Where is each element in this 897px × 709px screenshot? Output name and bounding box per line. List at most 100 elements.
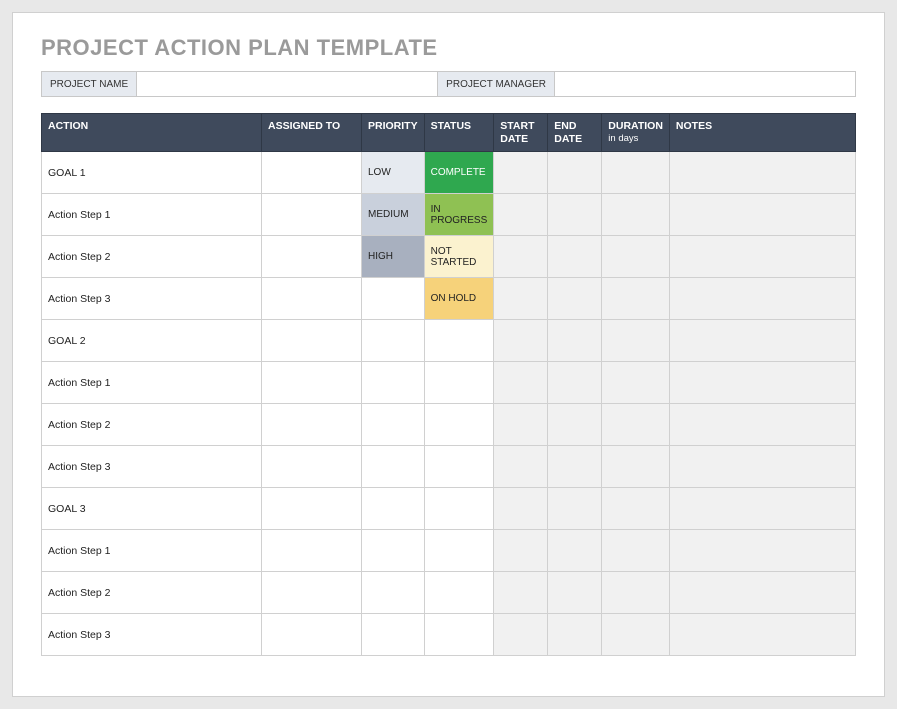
- cell-status[interactable]: [424, 446, 494, 488]
- cell-notes[interactable]: [669, 152, 855, 194]
- cell-end[interactable]: [548, 152, 602, 194]
- cell-priority[interactable]: [362, 488, 425, 530]
- cell-notes[interactable]: [669, 572, 855, 614]
- cell-priority[interactable]: [362, 572, 425, 614]
- project-manager-value[interactable]: [555, 72, 855, 96]
- cell-start[interactable]: [494, 320, 548, 362]
- cell-end[interactable]: [548, 572, 602, 614]
- cell-end[interactable]: [548, 236, 602, 278]
- cell-action[interactable]: Action Step 1: [42, 530, 262, 572]
- cell-duration[interactable]: [602, 572, 670, 614]
- cell-status[interactable]: [424, 404, 494, 446]
- cell-end[interactable]: [548, 320, 602, 362]
- cell-assigned[interactable]: [262, 530, 362, 572]
- cell-start[interactable]: [494, 614, 548, 656]
- cell-status[interactable]: COMPLETE: [424, 152, 494, 194]
- cell-start[interactable]: [494, 278, 548, 320]
- cell-assigned[interactable]: [262, 236, 362, 278]
- cell-duration[interactable]: [602, 530, 670, 572]
- cell-start[interactable]: [494, 446, 548, 488]
- project-name-value[interactable]: [137, 72, 438, 96]
- cell-duration[interactable]: [602, 446, 670, 488]
- cell-action[interactable]: Action Step 2: [42, 236, 262, 278]
- cell-duration[interactable]: [602, 152, 670, 194]
- cell-assigned[interactable]: [262, 488, 362, 530]
- cell-end[interactable]: [548, 614, 602, 656]
- cell-end[interactable]: [548, 488, 602, 530]
- cell-start[interactable]: [494, 488, 548, 530]
- cell-status[interactable]: [424, 614, 494, 656]
- cell-action[interactable]: GOAL 3: [42, 488, 262, 530]
- cell-start[interactable]: [494, 572, 548, 614]
- cell-status[interactable]: [424, 572, 494, 614]
- cell-duration[interactable]: [602, 320, 670, 362]
- cell-status[interactable]: NOT STARTED: [424, 236, 494, 278]
- cell-notes[interactable]: [669, 530, 855, 572]
- cell-start[interactable]: [494, 236, 548, 278]
- cell-priority[interactable]: MEDIUM: [362, 194, 425, 236]
- cell-notes[interactable]: [669, 446, 855, 488]
- cell-assigned[interactable]: [262, 446, 362, 488]
- cell-notes[interactable]: [669, 614, 855, 656]
- cell-priority[interactable]: HIGH: [362, 236, 425, 278]
- cell-action[interactable]: Action Step 3: [42, 278, 262, 320]
- cell-action[interactable]: Action Step 1: [42, 194, 262, 236]
- cell-priority[interactable]: [362, 362, 425, 404]
- cell-priority[interactable]: [362, 614, 425, 656]
- cell-status[interactable]: IN PROGRESS: [424, 194, 494, 236]
- cell-duration[interactable]: [602, 278, 670, 320]
- cell-end[interactable]: [548, 362, 602, 404]
- cell-priority[interactable]: [362, 446, 425, 488]
- cell-start[interactable]: [494, 530, 548, 572]
- cell-assigned[interactable]: [262, 614, 362, 656]
- cell-assigned[interactable]: [262, 152, 362, 194]
- cell-duration[interactable]: [602, 236, 670, 278]
- cell-notes[interactable]: [669, 236, 855, 278]
- cell-status[interactable]: ON HOLD: [424, 278, 494, 320]
- cell-start[interactable]: [494, 362, 548, 404]
- cell-priority[interactable]: [362, 320, 425, 362]
- cell-duration[interactable]: [602, 404, 670, 446]
- cell-start[interactable]: [494, 404, 548, 446]
- cell-end[interactable]: [548, 404, 602, 446]
- cell-start[interactable]: [494, 194, 548, 236]
- cell-assigned[interactable]: [262, 362, 362, 404]
- cell-start[interactable]: [494, 152, 548, 194]
- cell-action[interactable]: Action Step 2: [42, 572, 262, 614]
- cell-assigned[interactable]: [262, 278, 362, 320]
- cell-end[interactable]: [548, 278, 602, 320]
- cell-priority[interactable]: LOW: [362, 152, 425, 194]
- cell-notes[interactable]: [669, 194, 855, 236]
- cell-status[interactable]: [424, 488, 494, 530]
- cell-assigned[interactable]: [262, 320, 362, 362]
- cell-assigned[interactable]: [262, 194, 362, 236]
- cell-action[interactable]: Action Step 2: [42, 404, 262, 446]
- cell-end[interactable]: [548, 194, 602, 236]
- cell-notes[interactable]: [669, 278, 855, 320]
- cell-status[interactable]: [424, 320, 494, 362]
- cell-priority[interactable]: [362, 404, 425, 446]
- cell-end[interactable]: [548, 446, 602, 488]
- cell-notes[interactable]: [669, 404, 855, 446]
- cell-status[interactable]: [424, 530, 494, 572]
- cell-action[interactable]: GOAL 1: [42, 152, 262, 194]
- cell-duration[interactable]: [602, 362, 670, 404]
- cell-action[interactable]: GOAL 2: [42, 320, 262, 362]
- cell-status[interactable]: [424, 362, 494, 404]
- header-duration-sub: in days: [608, 133, 663, 144]
- cell-notes[interactable]: [669, 362, 855, 404]
- cell-notes[interactable]: [669, 488, 855, 530]
- cell-action[interactable]: Action Step 3: [42, 614, 262, 656]
- cell-duration[interactable]: [602, 614, 670, 656]
- cell-action[interactable]: Action Step 3: [42, 446, 262, 488]
- cell-assigned[interactable]: [262, 572, 362, 614]
- cell-notes[interactable]: [669, 320, 855, 362]
- cell-end[interactable]: [548, 530, 602, 572]
- header-status: STATUS: [424, 114, 494, 152]
- cell-assigned[interactable]: [262, 404, 362, 446]
- cell-priority[interactable]: [362, 278, 425, 320]
- cell-duration[interactable]: [602, 488, 670, 530]
- cell-action[interactable]: Action Step 1: [42, 362, 262, 404]
- cell-priority[interactable]: [362, 530, 425, 572]
- cell-duration[interactable]: [602, 194, 670, 236]
